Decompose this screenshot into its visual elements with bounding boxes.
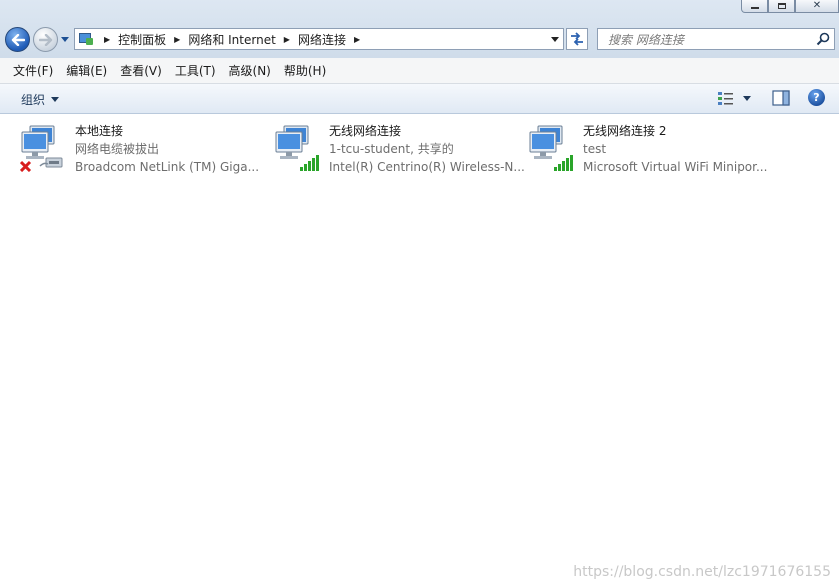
search-icon[interactable] xyxy=(816,32,830,46)
help-button[interactable]: ? xyxy=(808,89,825,106)
connection-device: Intel(R) Centrino(R) Wireless-N... xyxy=(329,160,525,174)
menu-bar: 文件(F) 编辑(E) 查看(V) 工具(T) 高级(N) 帮助(H) xyxy=(0,58,839,84)
menu-tools[interactable]: 工具(T) xyxy=(169,62,222,79)
address-bar[interactable]: ▶ 控制面板 ▶ 网络和 Internet ▶ 网络连接 ▶ xyxy=(74,28,564,50)
command-bar: 组织 ? xyxy=(0,84,839,114)
restore-icon xyxy=(777,3,786,9)
wired-network-disconnected-icon xyxy=(20,125,63,172)
minimize-button[interactable] xyxy=(741,0,768,13)
maximize-button[interactable] xyxy=(768,0,795,13)
connection-item-wireless-2[interactable]: 无线网络连接 2 test Microsoft Virtual WiFi Min… xyxy=(528,122,780,176)
arrow-right-icon xyxy=(38,33,52,46)
connection-device: Microsoft Virtual WiFi Minipor... xyxy=(583,160,768,174)
connection-item-local[interactable]: 本地连接 网络电缆被拔出 Broadcom NetLink (TM) Giga.… xyxy=(20,122,272,176)
connection-name: 无线网络连接 2 xyxy=(583,124,667,138)
chevron-down-icon xyxy=(51,97,60,102)
organize-button[interactable]: 组织 xyxy=(21,91,60,108)
recent-pages-dropdown[interactable] xyxy=(61,37,69,42)
menu-edit[interactable]: 编辑(E) xyxy=(60,62,113,79)
forward-button[interactable] xyxy=(33,27,58,52)
close-icon: ✕ xyxy=(812,0,822,11)
view-options-icon xyxy=(718,92,733,105)
network-folder-icon xyxy=(78,31,94,47)
menu-advanced[interactable]: 高级(N) xyxy=(223,62,277,79)
chevron-down-icon xyxy=(743,95,751,101)
connection-status: test xyxy=(583,142,607,156)
connection-name: 本地连接 xyxy=(75,124,124,138)
preview-pane-button[interactable] xyxy=(772,90,790,106)
connection-status: 1-tcu-student, 共享的 xyxy=(329,142,454,156)
window-caption-buttons: ✕ xyxy=(741,0,839,13)
connection-status: 网络电缆被拔出 xyxy=(75,142,160,156)
navigation-bar: ▶ 控制面板 ▶ 网络和 Internet ▶ 网络连接 ▶ xyxy=(0,26,839,54)
connections-list: 本地连接 网络电缆被拔出 Broadcom NetLink (TM) Giga.… xyxy=(0,114,839,588)
minimize-icon xyxy=(750,6,759,9)
refresh-button[interactable] xyxy=(566,28,588,50)
refresh-icon xyxy=(571,32,583,46)
connection-item-wireless[interactable]: 无线网络连接 1-tcu-student, 共享的 Intel(R) Centr… xyxy=(274,122,526,176)
menu-file[interactable]: 文件(F) xyxy=(7,62,59,79)
menu-help[interactable]: 帮助(H) xyxy=(278,62,332,79)
breadcrumb-separator-icon[interactable]: ▶ xyxy=(284,35,290,44)
organize-label: 组织 xyxy=(21,93,46,107)
connection-name: 无线网络连接 xyxy=(329,124,402,138)
breadcrumb-network-internet[interactable]: 网络和 Internet xyxy=(188,31,275,48)
watermark-text: https://blog.csdn.net/lzc1971676155 xyxy=(573,564,831,580)
address-history-dropdown[interactable] xyxy=(551,37,559,42)
wireless-network-icon xyxy=(275,125,319,171)
breadcrumb-separator-icon[interactable]: ▶ xyxy=(104,35,110,44)
search-input[interactable] xyxy=(606,30,810,50)
wireless-network-icon xyxy=(529,125,573,171)
breadcrumb-network-connections[interactable]: 网络连接 xyxy=(298,31,346,48)
breadcrumb-separator-icon[interactable]: ▶ xyxy=(354,35,360,44)
menu-view[interactable]: 查看(V) xyxy=(114,62,168,79)
breadcrumb-control-panel[interactable]: 控制面板 xyxy=(118,31,166,48)
breadcrumb-separator-icon[interactable]: ▶ xyxy=(174,35,180,44)
connection-device: Broadcom NetLink (TM) Giga... xyxy=(75,160,260,174)
back-button[interactable] xyxy=(5,27,30,52)
change-view-button[interactable] xyxy=(717,90,751,106)
search-box[interactable] xyxy=(597,28,835,50)
arrow-left-icon xyxy=(11,33,25,46)
close-button[interactable]: ✕ xyxy=(795,0,839,13)
preview-pane-icon xyxy=(772,90,790,106)
